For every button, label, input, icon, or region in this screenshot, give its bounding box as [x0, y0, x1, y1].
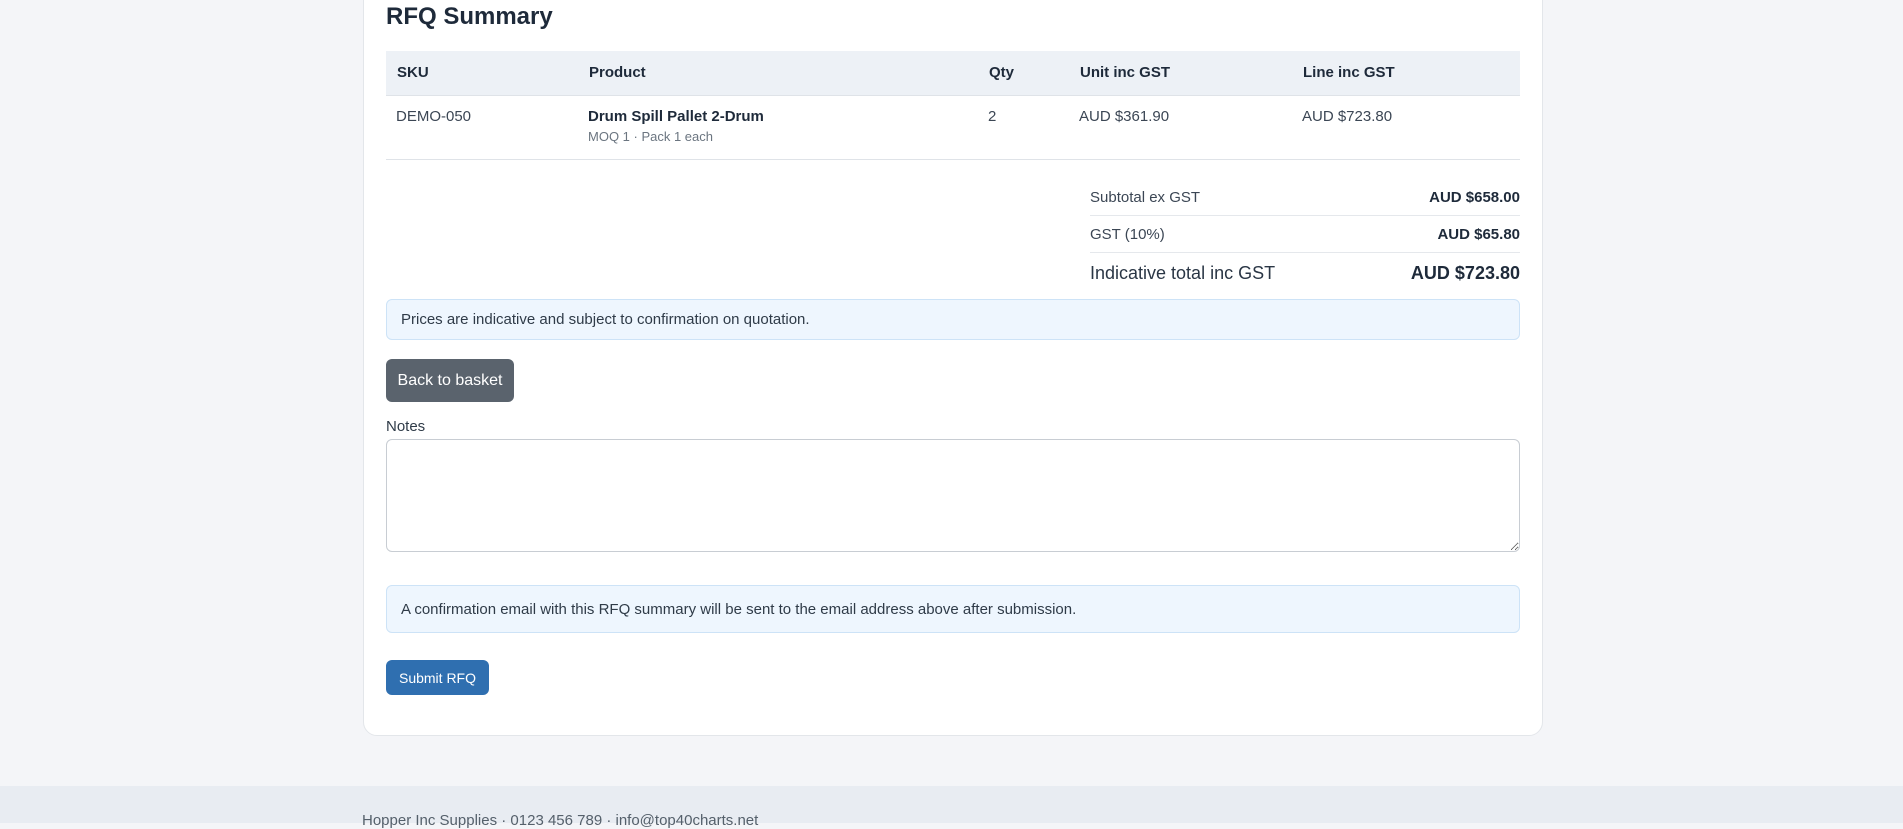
table-header-row: SKU Product Qty Unit inc GST Line inc GS… — [386, 51, 1520, 96]
table-row: DEMO-050 Drum Spill Pallet 2-Drum MOQ 1 … — [386, 95, 1520, 160]
column-header-unit-price: Unit inc GST — [1069, 51, 1292, 96]
column-header-line-total: Line inc GST — [1292, 51, 1520, 96]
price-notice-text: Prices are indicative and subject to con… — [401, 311, 810, 328]
total-row: Indicative total inc GST AUD $723.80 — [1090, 253, 1520, 293]
column-header-sku: SKU — [386, 51, 578, 96]
rfq-summary-card: RFQ Summary SKU Product Qty Unit inc GST… — [363, 0, 1543, 736]
total-value: AUD $723.80 — [1410, 262, 1520, 283]
column-header-qty: Qty — [978, 51, 1069, 96]
confirmation-email-alert: A confirmation email with this RFQ summa… — [386, 585, 1520, 633]
total-label: Indicative total inc GST — [1090, 262, 1276, 283]
product-meta: MOQ 1 · Pack 1 each — [588, 128, 713, 144]
cell-product: Drum Spill Pallet 2-Drum MOQ 1 · Pack 1 … — [578, 95, 978, 160]
gst-label: GST (10%) — [1090, 225, 1165, 243]
notes-textarea[interactable] — [386, 439, 1520, 552]
gst-value: AUD $65.80 — [1437, 225, 1520, 243]
submit-rfq-button[interactable]: Submit RFQ — [386, 660, 489, 695]
subtotal-row: Subtotal ex GST AUD $658.00 — [1090, 179, 1520, 216]
page-title: RFQ Summary — [386, 3, 553, 30]
back-to-basket-button[interactable]: Back to basket — [386, 359, 514, 402]
footer-contact-text: Hopper Inc Supplies · 0123 456 789 · inf… — [362, 812, 759, 829]
rfq-items-table: SKU Product Qty Unit inc GST Line inc GS… — [386, 51, 1520, 160]
cell-unit-price: AUD $361.90 — [1069, 95, 1292, 160]
product-name: Drum Spill Pallet 2-Drum — [588, 107, 764, 125]
cell-line-total: AUD $723.80 — [1292, 95, 1520, 160]
confirmation-email-text: A confirmation email with this RFQ summa… — [401, 600, 1077, 618]
totals-block: Subtotal ex GST AUD $658.00 GST (10%) AU… — [1090, 179, 1520, 293]
cell-sku: DEMO-050 — [386, 95, 578, 160]
notes-label: Notes — [386, 418, 426, 435]
subtotal-value: AUD $658.00 — [1429, 188, 1520, 206]
subtotal-label: Subtotal ex GST — [1090, 188, 1201, 206]
price-notice-alert: Prices are indicative and subject to con… — [386, 299, 1520, 340]
column-header-product: Product — [578, 51, 978, 96]
gst-row: GST (10%) AUD $65.80 — [1090, 216, 1520, 253]
site-footer: Hopper Inc Supplies · 0123 456 789 · inf… — [0, 786, 1903, 829]
cell-qty: 2 — [978, 95, 1069, 160]
